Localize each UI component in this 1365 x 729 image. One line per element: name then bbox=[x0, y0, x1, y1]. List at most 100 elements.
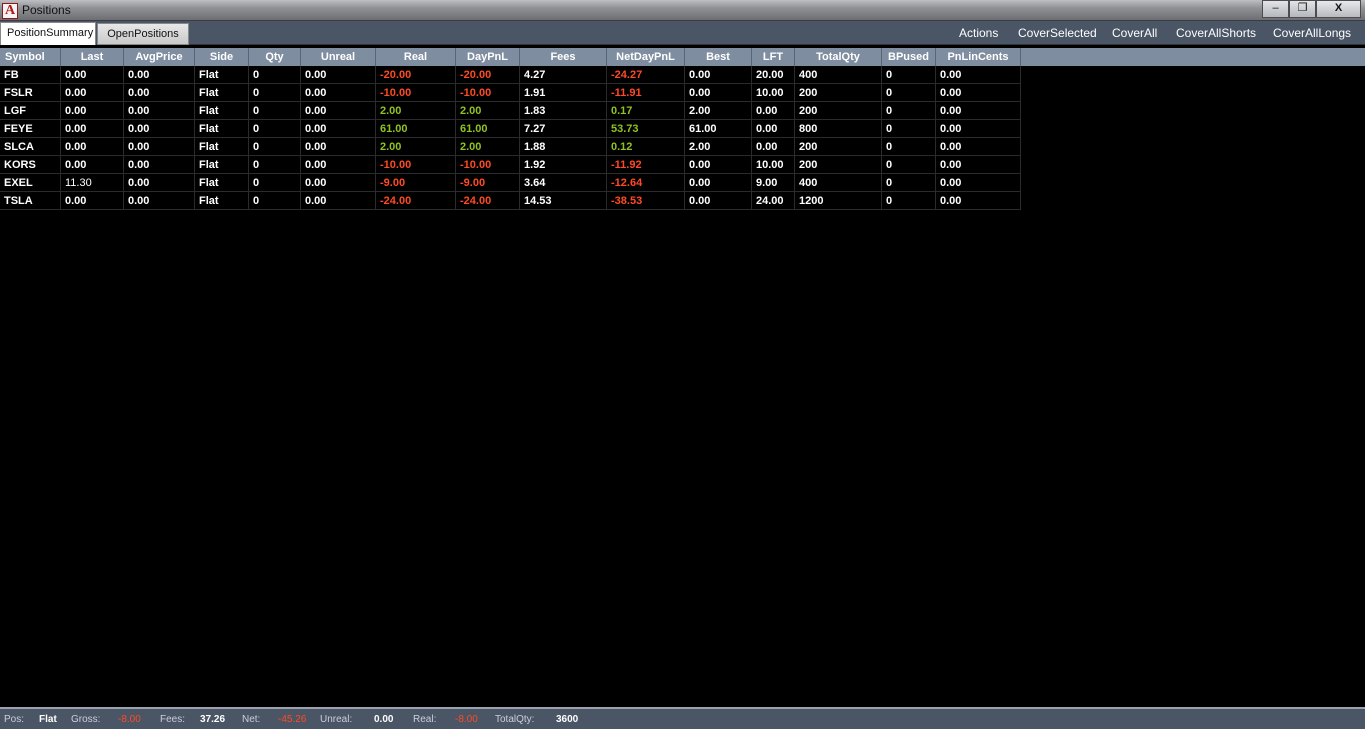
column-header-qty[interactable]: Qty bbox=[249, 48, 301, 66]
tab-position-summary[interactable]: PositionSummary bbox=[0, 22, 96, 45]
status-value-gross: -8.00 bbox=[118, 714, 141, 725]
cell-netdaypnl: 0.12 bbox=[607, 138, 685, 156]
cell-bpused: 0 bbox=[882, 66, 936, 84]
table-row[interactable]: FB 0.00 0.00 Flat 0 0.00 -20.00 -20.00 4.27 -24.2… bbox=[0, 66, 1021, 84]
cell-totalqty: 1200 bbox=[795, 192, 882, 210]
cell-bpused: 0 bbox=[882, 138, 936, 156]
cell-symbol: SLCA bbox=[0, 138, 61, 156]
close-button[interactable]: X bbox=[1316, 0, 1361, 18]
status-label-real: Real: bbox=[413, 714, 437, 725]
cover-all-longs-button[interactable]: CoverAllLongs bbox=[1273, 26, 1351, 40]
cell-lft: 9.00 bbox=[752, 174, 795, 192]
status-label-gross: Gross: bbox=[71, 714, 101, 725]
cell-totalqty: 200 bbox=[795, 84, 882, 102]
cell-pnlincents: 0.00 bbox=[936, 138, 1021, 156]
column-header-fees[interactable]: Fees bbox=[520, 48, 607, 66]
cell-totalqty: 800 bbox=[795, 120, 882, 138]
cell-best: 0.00 bbox=[685, 66, 752, 84]
cell-unreal: 0.00 bbox=[301, 120, 376, 138]
cell-real: -10.00 bbox=[376, 156, 456, 174]
cell-best: 0.00 bbox=[685, 84, 752, 102]
cell-fees: 7.27 bbox=[520, 120, 607, 138]
table-row[interactable]: TSLA 0.00 0.00 Flat 0 0.00 -24.00 -24.00 14.53 -3… bbox=[0, 192, 1021, 210]
title-bar: A Positions ‒ ❐ X bbox=[0, 0, 1365, 21]
column-header-pnlincents[interactable]: PnLinCents bbox=[936, 48, 1021, 66]
cell-pnlincents: 0.00 bbox=[936, 102, 1021, 120]
cell-daypnl: -10.00 bbox=[456, 84, 520, 102]
column-header-avgprice[interactable]: AvgPrice bbox=[124, 48, 195, 66]
cell-bpused: 0 bbox=[882, 120, 936, 138]
cell-avgprice: 0.00 bbox=[124, 174, 195, 192]
cell-netdaypnl: -11.92 bbox=[607, 156, 685, 174]
cell-lft: 0.00 bbox=[752, 138, 795, 156]
table-row[interactable]: FEYE 0.00 0.00 Flat 0 0.00 61.00 61.00 7.27 53.73… bbox=[0, 120, 1021, 138]
cell-unreal: 0.00 bbox=[301, 138, 376, 156]
cell-qty: 0 bbox=[249, 138, 301, 156]
table-row[interactable]: FSLR 0.00 0.00 Flat 0 0.00 -10.00 -10.00 1.91 -11… bbox=[0, 84, 1021, 102]
cell-lft: 10.00 bbox=[752, 84, 795, 102]
column-header-netdaypnl[interactable]: NetDayPnL bbox=[607, 48, 685, 66]
cell-unreal: 0.00 bbox=[301, 66, 376, 84]
cell-lft: 24.00 bbox=[752, 192, 795, 210]
cell-unreal: 0.00 bbox=[301, 192, 376, 210]
cell-real: 2.00 bbox=[376, 102, 456, 120]
cell-bpused: 0 bbox=[882, 156, 936, 174]
cell-qty: 0 bbox=[249, 120, 301, 138]
table-row[interactable]: LGF 0.00 0.00 Flat 0 0.00 2.00 2.00 1.83 0.17 2.00… bbox=[0, 102, 1021, 120]
column-header-daypnl[interactable]: DayPnL bbox=[456, 48, 520, 66]
cover-all-shorts-button[interactable]: CoverAllShorts bbox=[1176, 26, 1256, 40]
cell-symbol: FB bbox=[0, 66, 61, 84]
status-value-net: -45.26 bbox=[278, 714, 307, 725]
column-header-side[interactable]: Side bbox=[195, 48, 249, 66]
cell-last: 11.30 bbox=[61, 174, 124, 192]
cell-daypnl: -20.00 bbox=[456, 66, 520, 84]
cell-netdaypnl: -38.53 bbox=[607, 192, 685, 210]
cover-all-button[interactable]: CoverAll bbox=[1112, 26, 1157, 40]
cell-lft: 20.00 bbox=[752, 66, 795, 84]
actions-menu[interactable]: Actions bbox=[959, 26, 998, 40]
cell-real: -20.00 bbox=[376, 66, 456, 84]
cell-qty: 0 bbox=[249, 174, 301, 192]
cell-side: Flat bbox=[195, 66, 249, 84]
cell-real: 61.00 bbox=[376, 120, 456, 138]
column-header-unreal[interactable]: Unreal bbox=[301, 48, 376, 66]
status-label-totalqty: TotalQty: bbox=[495, 714, 535, 725]
cell-last: 0.00 bbox=[61, 84, 124, 102]
cell-avgprice: 0.00 bbox=[124, 192, 195, 210]
column-header-real[interactable]: Real bbox=[376, 48, 456, 66]
table-row[interactable]: EXEL 11.30 0.00 Flat 0 0.00 -9.00 -9.00 3.64 -12.… bbox=[0, 174, 1021, 192]
cell-avgprice: 0.00 bbox=[124, 156, 195, 174]
table-row[interactable]: SLCA 0.00 0.00 Flat 0 0.00 2.00 2.00 1.88 0.12 2.0… bbox=[0, 138, 1021, 156]
cover-selected-button[interactable]: CoverSelected bbox=[1018, 26, 1097, 40]
cell-fees: 3.64 bbox=[520, 174, 607, 192]
cell-real: 2.00 bbox=[376, 138, 456, 156]
cell-qty: 0 bbox=[249, 102, 301, 120]
cell-unreal: 0.00 bbox=[301, 84, 376, 102]
cell-avgprice: 0.00 bbox=[124, 120, 195, 138]
minimize-button[interactable]: ‒ bbox=[1262, 0, 1289, 18]
column-header-lft[interactable]: LFT bbox=[752, 48, 795, 66]
cell-symbol: FEYE bbox=[0, 120, 61, 138]
cell-best: 61.00 bbox=[685, 120, 752, 138]
cell-last: 0.00 bbox=[61, 102, 124, 120]
cell-pnlincents: 0.00 bbox=[936, 156, 1021, 174]
restore-button[interactable]: ❐ bbox=[1289, 0, 1316, 18]
status-label-unreal: Unreal: bbox=[320, 714, 353, 725]
tab-open-positions[interactable]: OpenPositions bbox=[97, 23, 189, 45]
cell-side: Flat bbox=[195, 102, 249, 120]
table-row[interactable]: KORS 0.00 0.00 Flat 0 0.00 -10.00 -10.00 1.92 -11… bbox=[0, 156, 1021, 174]
status-label-fees: Fees: bbox=[160, 714, 186, 725]
cell-last: 0.00 bbox=[61, 120, 124, 138]
column-header-best[interactable]: Best bbox=[685, 48, 752, 66]
cell-symbol: KORS bbox=[0, 156, 61, 174]
column-header-totalqty[interactable]: TotalQty bbox=[795, 48, 882, 66]
cell-avgprice: 0.00 bbox=[124, 102, 195, 120]
column-header-last[interactable]: Last bbox=[61, 48, 124, 66]
cell-daypnl: 2.00 bbox=[456, 138, 520, 156]
cell-netdaypnl: -24.27 bbox=[607, 66, 685, 84]
cell-last: 0.00 bbox=[61, 192, 124, 210]
column-header-symbol[interactable]: Symbol bbox=[0, 48, 61, 66]
column-header-bpused[interactable]: BPused bbox=[882, 48, 936, 66]
cell-daypnl: 2.00 bbox=[456, 102, 520, 120]
cell-unreal: 0.00 bbox=[301, 102, 376, 120]
